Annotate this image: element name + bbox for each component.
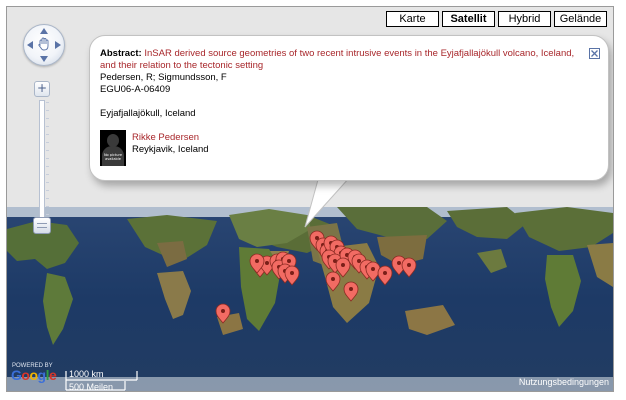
zoom-in-button[interactable]: + — [34, 81, 50, 97]
hand-icon[interactable] — [36, 36, 52, 52]
abstract-title[interactable]: InSAR derived source geometries of two r… — [100, 48, 574, 71]
map-marker-dot — [371, 267, 375, 271]
avatar-caption: No picture available — [103, 153, 123, 161]
map-type-satellit[interactable]: Satellit — [442, 11, 495, 27]
map-type-hybrid[interactable]: Hybrid — [498, 11, 551, 27]
abstract-label: Abstract: — [100, 48, 142, 59]
map-marker-dot — [221, 309, 225, 313]
map-type-gelande[interactable]: Gelände — [554, 11, 607, 27]
zoom-slider-thumb[interactable] — [33, 217, 51, 234]
map-marker-dot — [265, 261, 269, 265]
google-logo[interactable]: Google — [11, 367, 57, 383]
map-marker-dot — [349, 287, 353, 291]
map-marker-dot — [341, 263, 345, 267]
abstract-id: EGU06-A-06409 — [100, 84, 171, 95]
map-marker-dot — [397, 261, 401, 265]
scale-bar: 1000 km 500 Meilen — [65, 369, 145, 391]
pan-down-arrow-icon[interactable] — [40, 56, 48, 62]
info-window: Abstract: InSAR derived source geometrie… — [89, 35, 609, 181]
avatar: No picture available — [100, 130, 126, 166]
close-icon[interactable] — [589, 48, 600, 59]
map-marker-dot — [331, 277, 335, 281]
person-card: No picture available Rikke Pedersen Reyk… — [100, 130, 575, 166]
pan-control — [23, 24, 65, 66]
map-viewport[interactable]: Karte Satellit Hybrid Gelände + − Abstra… — [6, 6, 614, 392]
scale-miles-label: 500 Meilen — [69, 382, 114, 392]
person-name-link[interactable]: Rikke Pedersen — [132, 132, 209, 144]
satellite-map[interactable] — [7, 207, 613, 391]
map-marker-dot — [290, 271, 294, 275]
scale-km-label: 1000 km — [69, 369, 104, 379]
info-window-content: Abstract: InSAR derived source geometrie… — [100, 48, 575, 166]
map-marker-dot — [287, 259, 291, 263]
map-marker-dot — [407, 263, 411, 267]
map-marker-dot — [255, 259, 259, 263]
pan-up-arrow-icon[interactable] — [40, 28, 48, 34]
pan-left-arrow-icon[interactable] — [27, 41, 33, 49]
map-marker-dot — [383, 271, 387, 275]
map-type-karte[interactable]: Karte — [386, 11, 439, 27]
pan-right-arrow-icon[interactable] — [55, 41, 61, 49]
person-location: Reykjavik, Iceland — [132, 144, 209, 155]
zoom-slider-ticks — [46, 102, 49, 226]
terms-of-use-link[interactable]: Nutzungsbedingungen — [519, 377, 609, 387]
event-location: Eyjafjallajökull, Iceland — [100, 108, 196, 119]
map-type-bar: Karte Satellit Hybrid Gelände — [386, 11, 607, 27]
map-marker-dot — [357, 259, 361, 263]
zoom-slider-track[interactable] — [39, 100, 45, 230]
authors: Pedersen, R; Sigmundsson, F — [100, 72, 227, 83]
abstract-line: Abstract: InSAR derived source geometrie… — [100, 48, 575, 72]
